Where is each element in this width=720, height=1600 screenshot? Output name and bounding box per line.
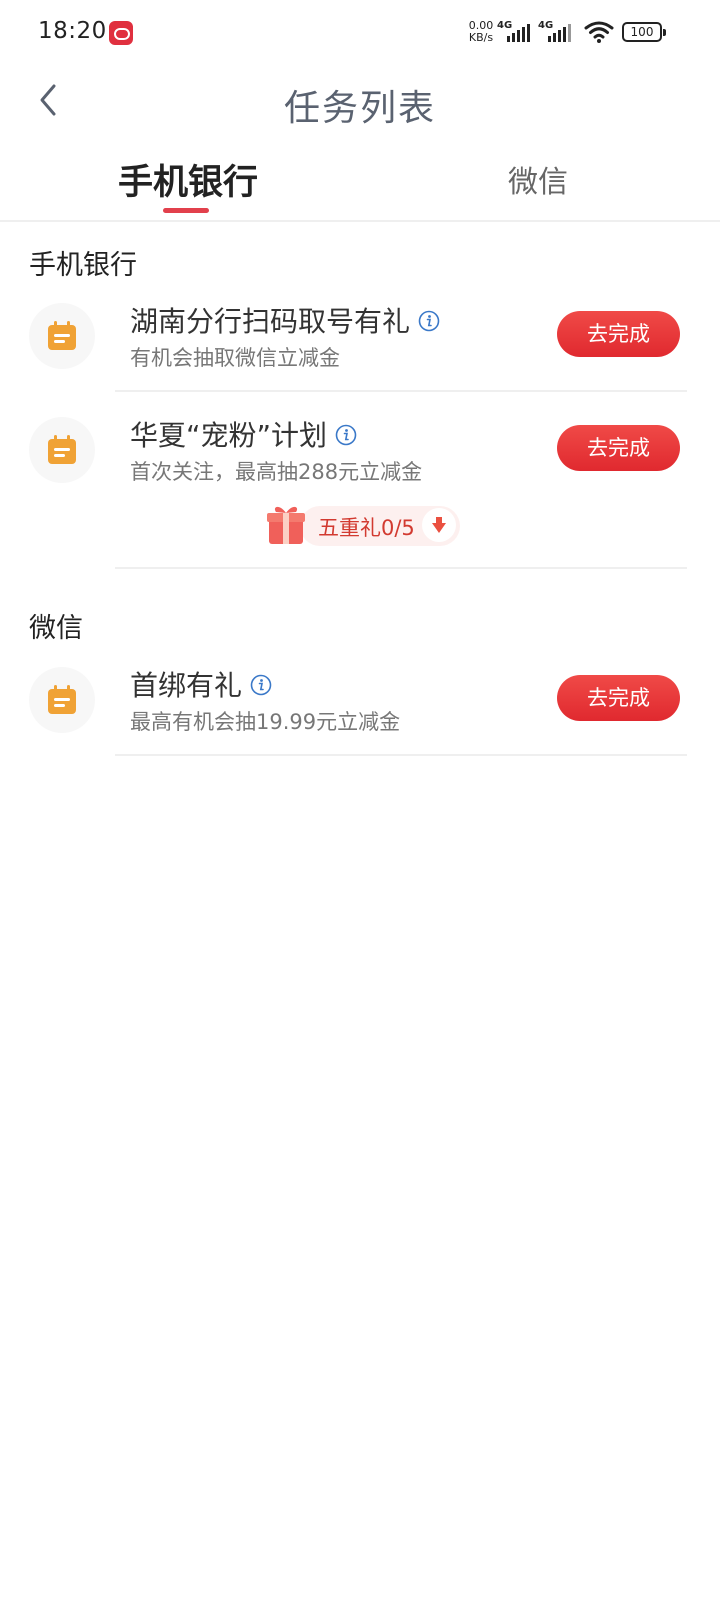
tab-label: 手机银行 — [118, 163, 259, 203]
task-title-text: 华夏“宠粉”计划 — [130, 419, 328, 452]
info-icon[interactable] — [250, 674, 272, 696]
battery-icon: 100 — [622, 22, 666, 42]
info-icon[interactable] — [335, 424, 357, 446]
task-icon-container — [29, 667, 95, 733]
task-description: 最高有机会抽19.99元立减金 — [130, 710, 401, 734]
cellular-signal-icon: 4G — [538, 20, 572, 44]
task-title: 首绑有礼 — [130, 664, 272, 704]
battery-level: 100 — [630, 25, 654, 39]
active-tab-indicator — [163, 208, 209, 213]
status-bar: 18:20 0.00 KB/s 4G 4G 100 — [0, 0, 720, 66]
info-icon[interactable] — [418, 310, 440, 332]
complete-task-button[interactable]: 去完成 — [557, 425, 680, 471]
network-speed-unit: KB/s — [468, 31, 494, 44]
task-icon-container — [29, 417, 95, 483]
complete-task-button[interactable]: 去完成 — [557, 311, 680, 357]
task-title: 华夏“宠粉”计划 — [130, 414, 357, 454]
tab-bar: 手机银行 微信 — [0, 140, 720, 222]
complete-task-button[interactable]: 去完成 — [557, 675, 680, 721]
task-icon-container — [29, 303, 95, 369]
network-type-label: 4G — [497, 20, 513, 31]
tab-wechat[interactable]: 微信 — [508, 154, 578, 222]
task-title: 湖南分行扫码取号有礼 — [130, 300, 440, 340]
divider — [115, 390, 687, 392]
tab-mobile-banking[interactable]: 手机银行 — [118, 154, 259, 222]
tab-label: 微信 — [508, 165, 568, 200]
divider — [115, 567, 687, 569]
status-time: 18:20 — [38, 18, 107, 44]
network-speed: 0.00 KB/s — [466, 20, 496, 44]
task-title-text: 首绑有礼 — [130, 669, 243, 702]
reward-progress-label: 五重礼0/5 — [318, 516, 415, 540]
calendar-icon — [48, 685, 76, 714]
cellular-signal-icon: 4G — [497, 20, 531, 44]
section-title-mobile-banking: 手机银行 — [29, 250, 137, 281]
expand-down-icon[interactable] — [422, 508, 456, 542]
app-notification-icon — [109, 21, 133, 45]
divider — [115, 754, 687, 756]
network-type-label: 4G — [538, 20, 554, 31]
page-title: 任务列表 — [283, 88, 436, 129]
section-title-wechat: 微信 — [29, 613, 83, 644]
reward-progress-chip[interactable]: 五重礼0/5 — [264, 502, 460, 550]
header: 任务列表 — [0, 66, 720, 136]
wifi-icon — [584, 21, 614, 43]
task-title-text: 湖南分行扫码取号有礼 — [130, 305, 411, 338]
task-description: 有机会抽取微信立减金 — [130, 346, 340, 370]
task-description: 首次关注，最高抽288元立减金 — [130, 460, 423, 484]
calendar-icon — [48, 321, 76, 350]
calendar-icon — [48, 435, 76, 464]
gift-icon — [267, 506, 305, 544]
